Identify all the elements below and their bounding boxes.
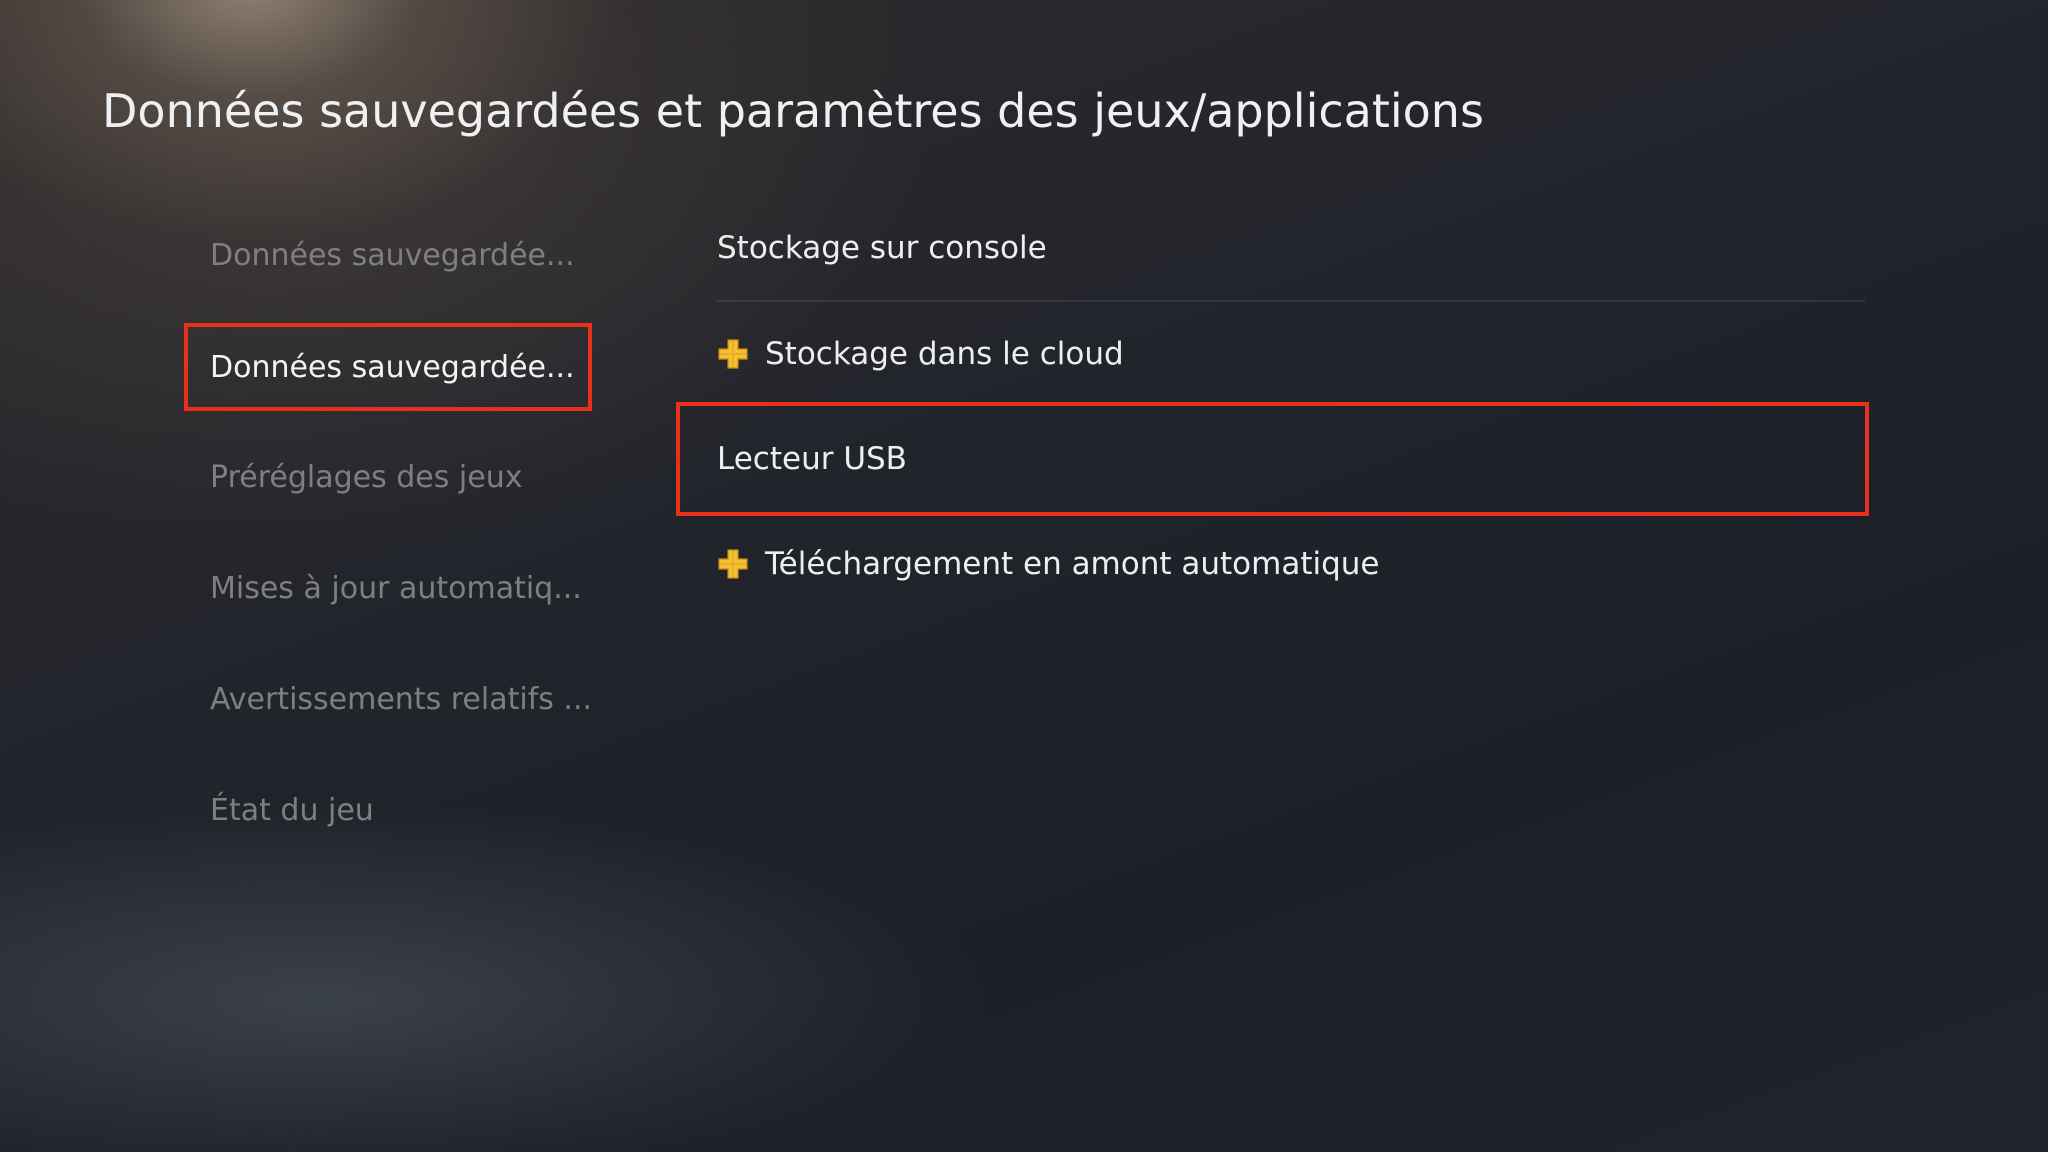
option-label: Stockage dans le cloud — [765, 336, 1124, 372]
option-console-storage[interactable]: Stockage sur console — [717, 196, 1865, 302]
sidebar-item-saved-data-console[interactable]: Données sauvegardée... — [188, 200, 588, 311]
sidebar-item-label: Données sauvegardée... — [210, 238, 575, 273]
sidebar-item-saved-data-selected[interactable]: Données sauvegardée... — [184, 323, 592, 411]
option-label: Lecteur USB — [717, 441, 907, 477]
sidebar-item-auto-updates[interactable]: Mises à jour automatiq... — [188, 533, 588, 644]
sidebar-item-label: Préréglages des jeux — [210, 460, 523, 495]
option-auto-upload[interactable]: Téléchargement en amont automatique — [680, 512, 1865, 616]
page-title: Données sauvegardées et paramètres des j… — [102, 84, 1484, 138]
settings-sidebar: Données sauvegardée... Données sauvegard… — [184, 200, 592, 866]
option-label: Téléchargement en amont automatique — [765, 546, 1380, 582]
sidebar-item-label: Avertissements relatifs ... — [210, 682, 593, 717]
sidebar-item-warnings[interactable]: Avertissements relatifs ... — [188, 644, 592, 755]
option-label: Stockage sur console — [717, 230, 1047, 266]
ps-plus-icon — [718, 339, 748, 369]
sidebar-item-game-status[interactable]: État du jeu — [188, 755, 588, 866]
option-usb-drive[interactable]: Lecteur USB — [676, 402, 1869, 516]
option-cloud-storage[interactable]: Stockage dans le cloud — [680, 302, 1865, 406]
ps-plus-icon — [718, 549, 748, 579]
sidebar-item-label: État du jeu — [210, 793, 374, 828]
options-list: Stockage sur console Stockage dans le cl… — [676, 196, 1869, 616]
sidebar-item-game-presets[interactable]: Préréglages des jeux — [188, 422, 588, 533]
sidebar-item-label: Données sauvegardée... — [210, 349, 575, 385]
sidebar-item-label: Mises à jour automatiq... — [210, 571, 582, 606]
